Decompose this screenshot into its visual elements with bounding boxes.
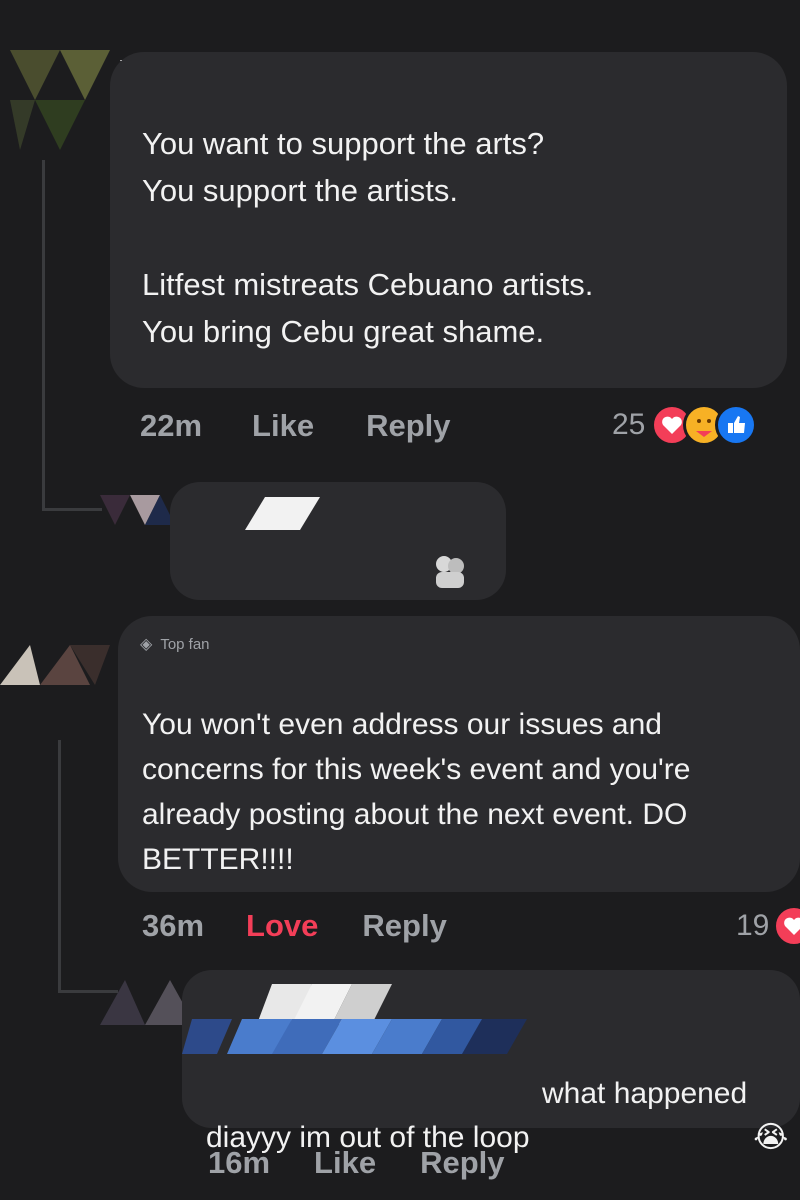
comment-text: You want to support the arts? You suppor…	[142, 126, 594, 349]
avatar-image	[0, 645, 110, 685]
timestamp: 22m	[140, 408, 203, 443]
top-fan-badge: ◈ Top fan	[140, 634, 210, 654]
reaction-count: 19	[736, 909, 770, 942]
diamond-icon: ◈	[140, 636, 153, 653]
reaction-summary[interactable]: 25	[612, 404, 758, 446]
reply-bubble[interactable]: what happened diayyy im out of the loop 😭	[182, 970, 800, 1154]
reaction-count: 25	[612, 408, 646, 441]
thread-line	[42, 160, 45, 510]
timestamp: 36m	[142, 908, 205, 943]
like-icon	[715, 404, 758, 446]
like-button[interactable]: Like	[252, 408, 314, 444]
comment-text: You won't even address our issues and co…	[142, 708, 691, 876]
comment-actions: 36m Love Reply	[142, 908, 447, 944]
avatar[interactable]	[0, 630, 130, 700]
comment-bubble[interactable]: ◈ Top fan You won't even address our iss…	[118, 616, 800, 892]
reply-button[interactable]: Reply	[362, 908, 446, 944]
reaction-summary[interactable]: 19	[736, 905, 800, 947]
comment-actions: 16m Like Reply	[208, 1145, 505, 1181]
reply-button[interactable]: Reply	[366, 408, 450, 444]
crying-emoji-icon: 😭	[753, 1121, 789, 1154]
redacted-name	[245, 497, 320, 530]
comment-bubble[interactable]: You want to support the arts? You suppor…	[110, 52, 787, 388]
timestamp: 16m	[208, 1145, 271, 1180]
hug-sticker-icon	[430, 552, 470, 592]
thread-line-curve	[42, 508, 102, 511]
love-button[interactable]: Love	[246, 908, 318, 944]
thread-line	[58, 740, 61, 990]
like-button[interactable]: Like	[314, 1145, 376, 1181]
comment-actions: 22m Like Reply	[140, 408, 451, 444]
badge-label: Top fan	[160, 635, 210, 653]
heart-icon	[773, 905, 800, 947]
comment-text: what happened diayyy im out of the loop 😭	[206, 1028, 796, 1160]
reply-button[interactable]: Reply	[420, 1145, 504, 1181]
reply-bubble[interactable]	[170, 482, 506, 600]
